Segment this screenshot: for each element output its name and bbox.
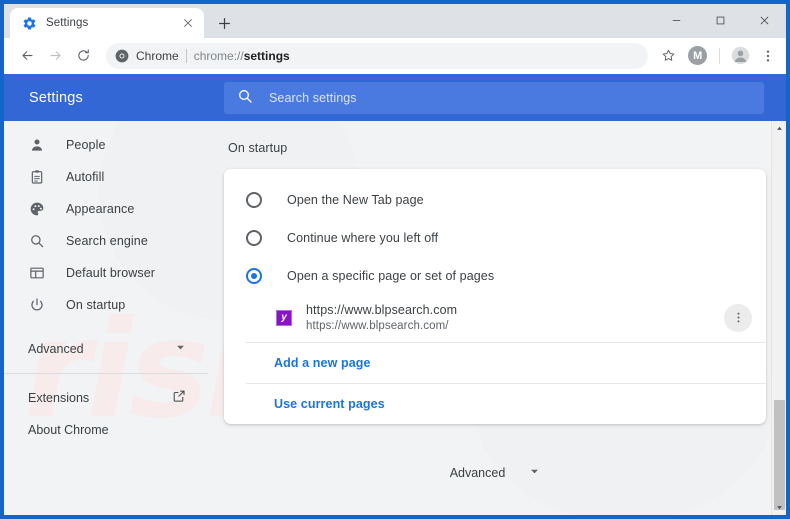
sidebar-divider <box>4 373 208 374</box>
use-current-pages-link[interactable]: Use current pages <box>274 397 385 411</box>
address-bar[interactable]: Chrome chrome://settings <box>106 42 648 69</box>
url-path: settings <box>243 48 290 63</box>
startup-page-row: y https://www.blpsearch.com https://www.… <box>224 295 766 342</box>
radio-option-label: Open the New Tab page <box>287 193 424 207</box>
section-heading: On startup <box>228 141 288 155</box>
close-icon[interactable] <box>180 15 196 31</box>
site-favicon-icon: y <box>276 309 292 326</box>
toolbar-divider <box>719 47 720 64</box>
add-a-new-page-link[interactable]: Add a new page <box>274 356 371 370</box>
tab-settings[interactable]: Settings <box>10 8 204 38</box>
radio-option-new-tab-page[interactable]: Open the New Tab page <box>224 181 766 219</box>
startup-page-texts: https://www.blpsearch.com https://www.bl… <box>306 303 710 332</box>
browser-window-inner: Settings Chrome chrome://settings M Sett… <box>4 4 786 515</box>
search-icon <box>237 88 253 109</box>
radio-option-label: Open a specific page or set of pages <box>287 269 495 283</box>
settings-header: Settings Search settings <box>4 74 786 121</box>
sidebar-item-about-chrome[interactable]: About Chrome <box>4 414 208 446</box>
maximize-button[interactable] <box>698 4 742 36</box>
search-settings-input[interactable]: Search settings <box>224 82 764 114</box>
sidebar-item-label: Search engine <box>66 234 148 248</box>
sidebar-item-label: On startup <box>66 298 126 312</box>
address-bar-url: chrome://settings <box>194 49 290 63</box>
forward-icon[interactable] <box>42 43 68 69</box>
settings-body: risk.com People <box>4 121 786 515</box>
scroll-up-arrow-icon[interactable] <box>772 121 786 136</box>
person-icon <box>28 136 46 154</box>
advanced-expander-bottom[interactable]: Advanced <box>224 464 766 482</box>
reload-icon[interactable] <box>70 43 96 69</box>
palette-icon <box>28 200 46 218</box>
minimize-button[interactable] <box>654 4 698 36</box>
address-bar-divider <box>185 48 187 63</box>
browser-window: Settings Chrome chrome://settings M Sett… <box>0 0 790 519</box>
power-icon <box>28 296 46 314</box>
search-icon <box>28 232 46 250</box>
chevron-down-icon <box>529 464 540 482</box>
extension-avatar[interactable]: M <box>688 46 707 65</box>
startup-page-url: https://www.blpsearch.com/ <box>306 320 449 332</box>
sidebar-item-label: Autofill <box>66 170 105 184</box>
startup-page-title: https://www.blpsearch.com <box>306 303 458 317</box>
sidebar-advanced-expander[interactable]: Advanced <box>4 333 208 365</box>
vertical-scrollbar[interactable] <box>771 121 786 515</box>
page-title: Settings <box>29 89 83 106</box>
chrome-logo-icon <box>115 49 129 63</box>
add-a-new-page-row[interactable]: Add a new page <box>224 343 766 383</box>
radio-option-specific-pages[interactable]: Open a specific page or set of pages <box>224 257 766 295</box>
chrome-menu-icon[interactable] <box>756 44 780 68</box>
radio-icon-selected[interactable] <box>246 268 262 284</box>
url-prefix: chrome:// <box>193 48 244 63</box>
tab-strip: Settings <box>4 4 786 38</box>
sidebar-item-label: Extensions <box>28 391 90 405</box>
close-button[interactable] <box>742 4 786 36</box>
sidebar-item-extensions[interactable]: Extensions <box>4 382 208 414</box>
use-current-pages-row[interactable]: Use current pages <box>224 384 766 424</box>
sidebar-item-on-startup[interactable]: On startup <box>4 289 208 321</box>
clipboard-icon <box>28 168 46 186</box>
sidebar-item-people[interactable]: People <box>4 129 208 161</box>
chevron-down-icon <box>175 340 186 358</box>
sidebar-advanced-label: Advanced <box>28 342 84 356</box>
sidebar-item-autofill[interactable]: Autofill <box>4 161 208 193</box>
radio-option-continue-where-left-off[interactable]: Continue where you left off <box>224 219 766 257</box>
sidebar-item-label: Appearance <box>66 202 135 216</box>
on-startup-card: Open the New Tab page Continue where you… <box>224 169 766 424</box>
browser-toolbar: Chrome chrome://settings M <box>4 38 786 74</box>
tab-title: Settings <box>46 17 89 29</box>
sidebar-item-label: Default browser <box>66 266 156 280</box>
address-bar-chip-label: Chrome <box>136 48 179 63</box>
settings-sidebar: People Autofill Appearance Search engine… <box>4 121 208 515</box>
scroll-down-arrow-icon[interactable] <box>772 500 786 515</box>
radio-option-label: Continue where you left off <box>287 231 439 245</box>
startup-page-more-menu-button[interactable] <box>724 303 752 332</box>
window-controls <box>654 4 786 36</box>
profile-avatar-icon[interactable] <box>728 44 752 68</box>
settings-gear-icon <box>22 16 37 31</box>
new-tab-button[interactable] <box>210 9 238 37</box>
radio-icon[interactable] <box>246 192 262 208</box>
settings-main: On startup Open the New Tab page Continu… <box>208 121 786 515</box>
open-in-new-icon <box>172 389 186 408</box>
browser-window-icon <box>28 264 46 282</box>
scrollbar-thumb[interactable] <box>774 400 785 510</box>
sidebar-item-default-browser[interactable]: Default browser <box>4 257 208 289</box>
advanced-expander-label: Advanced <box>449 466 506 480</box>
bookmark-star-icon[interactable] <box>656 44 680 68</box>
search-settings-placeholder: Search settings <box>269 91 357 105</box>
sidebar-item-search-engine[interactable]: Search engine <box>4 225 208 257</box>
radio-icon[interactable] <box>246 230 262 246</box>
sidebar-item-appearance[interactable]: Appearance <box>4 193 208 225</box>
sidebar-item-label: People <box>66 138 106 152</box>
sidebar-item-label: About Chrome <box>28 423 109 437</box>
back-icon[interactable] <box>14 43 40 69</box>
